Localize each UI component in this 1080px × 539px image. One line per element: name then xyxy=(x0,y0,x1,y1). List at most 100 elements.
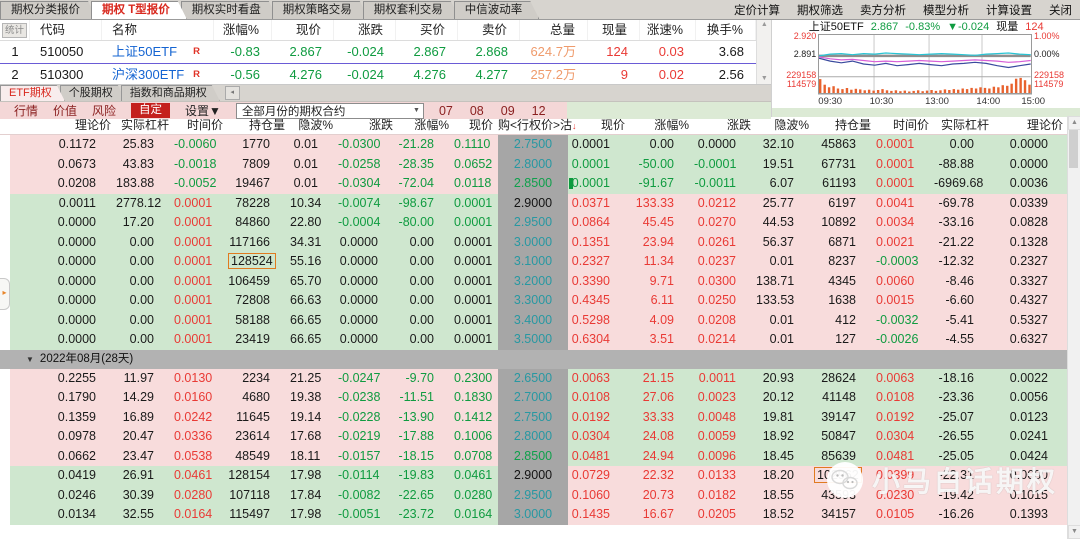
t-cell-put[interactable]: 18.52 xyxy=(756,505,814,525)
t-cell-call[interactable]: -0.0219 xyxy=(338,427,398,447)
t-header-put-1[interactable]: 涨幅% xyxy=(630,117,694,135)
t-cell-put[interactable]: -33.16 xyxy=(934,213,994,233)
t-cell-call[interactable]: 22.80 xyxy=(290,213,338,233)
t-cell-put[interactable]: 0.01 xyxy=(756,311,814,331)
t-header-call-3[interactable]: 持仓量 xyxy=(228,117,290,135)
t-cell-put[interactable]: 0.4345 xyxy=(568,291,630,311)
t-cell-put[interactable]: 0.0123 xyxy=(994,408,1068,428)
t-cell-put[interactable]: 0.0015 xyxy=(876,291,934,311)
t-cell-call[interactable]: 0.0280 xyxy=(454,486,498,506)
t-cell-put[interactable]: 43593 xyxy=(814,486,876,506)
t-cell-call[interactable]: 0.0001 xyxy=(454,233,498,253)
t-cell-put[interactable]: -18.16 xyxy=(934,369,994,389)
t-cell-call[interactable]: 0.00 xyxy=(116,291,174,311)
t-cell-call[interactable]: 14.29 xyxy=(116,388,174,408)
t-cell-put[interactable]: 0.0108 xyxy=(876,388,934,408)
chart-plot[interactable] xyxy=(818,34,1032,94)
t-cell-call[interactable]: 0.00 xyxy=(116,252,174,272)
t-cell-call[interactable]: 0.0001 xyxy=(454,330,498,350)
quote-col-header-7[interactable]: 总量 xyxy=(520,20,588,40)
t-cell-put[interactable]: 0.0192 xyxy=(876,408,934,428)
t-cell-put[interactable]: 0.1435 xyxy=(568,505,630,525)
t-cell-call[interactable]: -22.65 xyxy=(398,486,454,506)
t-cell-put[interactable]: -91.67 xyxy=(630,174,694,194)
window-tab-1[interactable]: 期权 T型报价 xyxy=(91,1,187,19)
t-cell-put[interactable]: 0.0000 xyxy=(994,135,1068,155)
t-cell-put[interactable]: 0.01 xyxy=(756,252,814,272)
t-cell-call[interactable]: 0.0001 xyxy=(454,272,498,292)
t-cell-put[interactable]: 0.0230 xyxy=(876,486,934,506)
t-cell-put[interactable]: -0.0032 xyxy=(876,311,934,331)
t-cell-call[interactable]: -0.0300 xyxy=(338,135,398,155)
t-cell-call[interactable]: 65.70 xyxy=(290,272,338,292)
t-cell-call[interactable]: 0.0242 xyxy=(174,408,228,428)
t-cell-call[interactable]: -0.0304 xyxy=(338,174,398,194)
t-cell-put[interactable]: -69.78 xyxy=(934,194,994,214)
t-cell-put[interactable]: 0.0108 xyxy=(568,388,630,408)
t-cell-put[interactable]: 0.0000 xyxy=(694,135,756,155)
t-cell-call[interactable]: 115497 xyxy=(228,505,290,525)
t-cell-put[interactable]: 6197 xyxy=(814,194,876,214)
t-cell-call[interactable]: 48549 xyxy=(228,447,290,467)
t-header-put-4[interactable]: 持仓量 xyxy=(814,117,876,135)
t-cell-call[interactable]: 0.0673 xyxy=(10,155,116,175)
t-cell-put[interactable]: 28624 xyxy=(814,369,876,389)
filter-item-quotes[interactable]: 行情 xyxy=(14,102,38,119)
t-cell-strike[interactable]: 2.8500 xyxy=(498,174,568,194)
t-cell-call[interactable]: 0.0538 xyxy=(174,447,228,467)
quote-col-header-0[interactable]: 代码 xyxy=(30,20,102,40)
t-cell-call[interactable]: -9.70 xyxy=(398,369,454,389)
t-cell-call[interactable]: 19.14 xyxy=(290,408,338,428)
t-cell-put[interactable]: 44.53 xyxy=(756,213,814,233)
t-cell-put[interactable]: 0.0399 xyxy=(876,466,934,486)
t-header-call-6[interactable]: 涨幅% xyxy=(398,117,454,135)
t-cell-put[interactable]: 0.0214 xyxy=(694,330,756,350)
t-cell-call[interactable]: 0.0160 xyxy=(174,388,228,408)
t-cell-call[interactable]: 0.0000 xyxy=(10,311,116,331)
t-cell-put[interactable]: 19.81 xyxy=(756,408,814,428)
t-cell-put[interactable]: 0.0205 xyxy=(694,505,756,525)
t-cell-put[interactable]: 10892 xyxy=(814,213,876,233)
t-cell-call[interactable]: 0.0011 xyxy=(10,194,116,214)
t-cell-call[interactable]: -0.0004 xyxy=(338,213,398,233)
month-separator[interactable]: ▼2022年08月(28天) xyxy=(0,350,1080,369)
t-cell-strike[interactable]: 2.9500 xyxy=(498,486,568,506)
t-cell-put[interactable]: 0.0481 xyxy=(568,447,630,467)
t-cell-put[interactable]: 24.94 xyxy=(630,447,694,467)
t-cell-call[interactable]: 0.0708 xyxy=(454,447,498,467)
t-cell-call[interactable]: 0.01 xyxy=(290,174,338,194)
t-cell-call[interactable]: 0.0000 xyxy=(10,213,116,233)
quote-col-header-1[interactable]: 名称 xyxy=(102,20,214,40)
t-header-call-7[interactable]: 现价 xyxy=(454,117,498,135)
t-cell-put[interactable]: 0.0000 xyxy=(994,155,1068,175)
t-cell-put[interactable]: 18.45 xyxy=(756,447,814,467)
t-cell-put[interactable]: 56.37 xyxy=(756,233,814,253)
t-cell-call[interactable]: 0.0164 xyxy=(174,505,228,525)
t-cell-call[interactable]: 0.0000 xyxy=(10,252,116,272)
t-cell-put[interactable]: 0.0133 xyxy=(694,466,756,486)
t-cell-put[interactable]: -26.55 xyxy=(934,427,994,447)
window-tab-3[interactable]: 期权策略交易 xyxy=(272,1,369,19)
t-cell-put[interactable]: 45863 xyxy=(814,135,876,155)
t-cell-call[interactable]: 0.0130 xyxy=(174,369,228,389)
t-cell-call[interactable]: 0.00 xyxy=(398,233,454,253)
t-cell-call[interactable]: 0.0461 xyxy=(454,466,498,486)
t-cell-put[interactable]: 4345 xyxy=(814,272,876,292)
t-cell-strike[interactable]: 2.7000 xyxy=(498,388,568,408)
t-cell-call[interactable]: 0.0978 xyxy=(10,427,116,447)
t-cell-strike[interactable]: 2.8000 xyxy=(498,427,568,447)
t-cell-put[interactable]: 32.10 xyxy=(756,135,814,155)
scroll-up-icon[interactable]: ▲ xyxy=(761,20,768,30)
t-cell-call[interactable]: 0.00 xyxy=(398,330,454,350)
t-cell-call[interactable]: 11.97 xyxy=(116,369,174,389)
collapse-caret-icon[interactable]: ▼ xyxy=(26,355,34,364)
t-cell-strike[interactable]: 3.0000 xyxy=(498,233,568,253)
t-cell-strike[interactable]: 3.4000 xyxy=(498,311,568,331)
t-cell-call[interactable]: -72.04 xyxy=(398,174,454,194)
t-cell-put[interactable]: -25.05 xyxy=(934,447,994,467)
t-cell-put[interactable]: 0.0105 xyxy=(876,505,934,525)
menu-item-1[interactable]: 期权筛选 xyxy=(797,2,843,18)
t-cell-call[interactable]: 0.00 xyxy=(116,272,174,292)
t-cell-call[interactable]: 72808 xyxy=(228,291,290,311)
t-cell-put[interactable]: 0.0304 xyxy=(876,427,934,447)
